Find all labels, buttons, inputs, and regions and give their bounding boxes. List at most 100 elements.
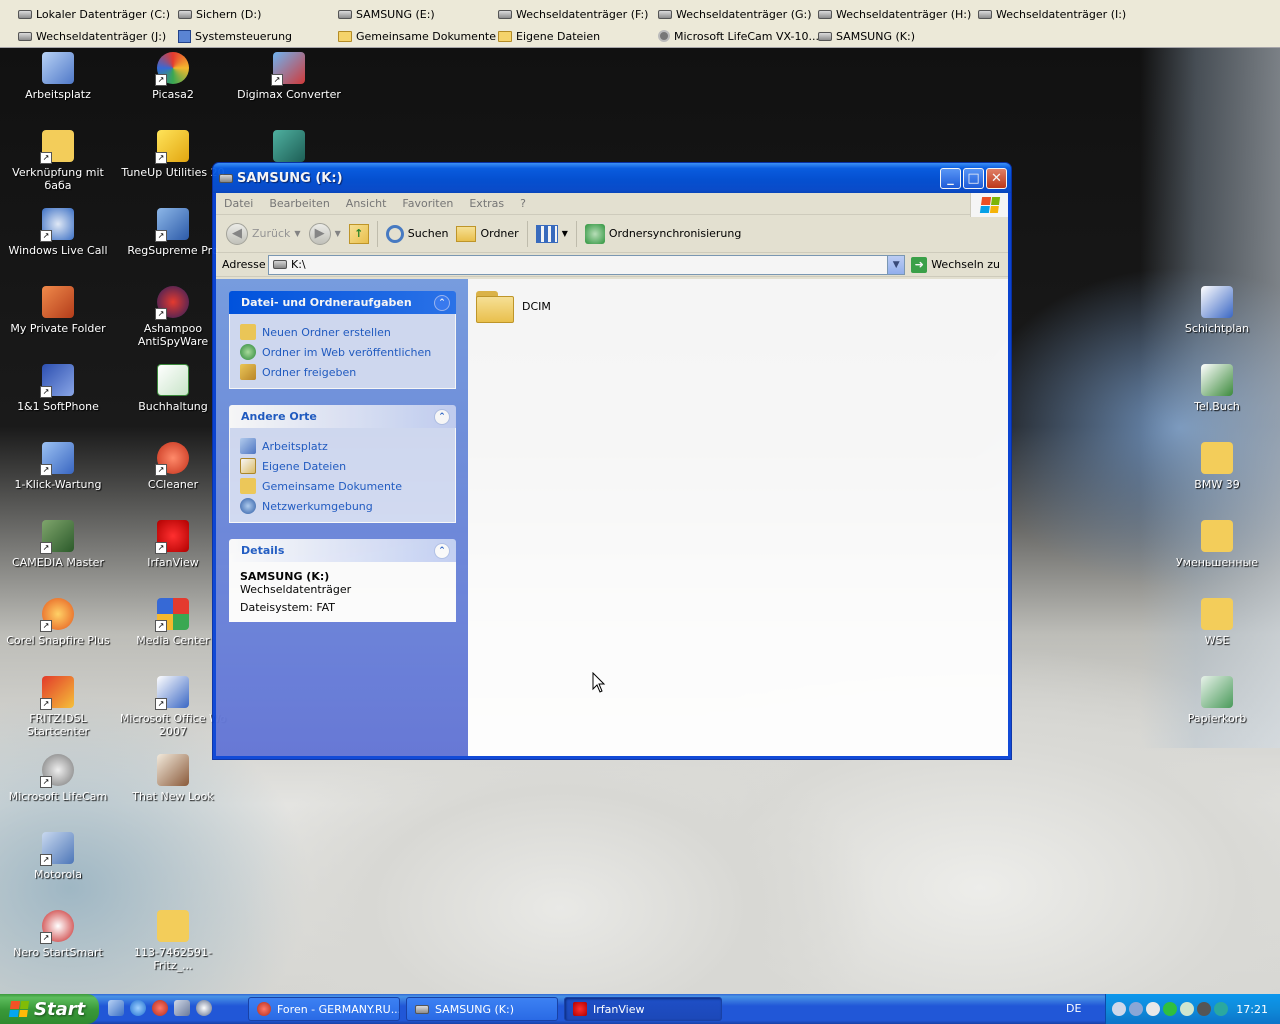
desktop-icon-wse[interactable]: WSE [1162, 598, 1272, 647]
monitor-tray-icon[interactable] [1197, 1002, 1211, 1016]
desktop-icon-softphone[interactable]: 1&1 SoftPhone [3, 364, 113, 413]
folder-item-dcim[interactable]: DCIM [476, 289, 551, 323]
start-button[interactable]: Start [0, 994, 99, 1024]
internet-explorer-icon[interactable] [130, 1000, 146, 1016]
close-button[interactable]: ✕ [986, 167, 1007, 189]
drive-e-link[interactable]: SAMSUNG (E:) [338, 3, 435, 25]
search-label: Suchen [407, 227, 449, 240]
place-my-computer[interactable]: Arbeitsplatz [240, 436, 447, 456]
desktop-icon-motorola[interactable]: Motorola [3, 832, 113, 881]
folder-sync-button[interactable]: Ordnersynchronisierung [581, 219, 746, 249]
drive-f-link[interactable]: Wechseldatenträger (F:) [498, 3, 648, 25]
messenger-tray-icon[interactable] [1163, 1002, 1177, 1016]
desktop-icon-telbuch[interactable]: Tel.Buch [1162, 364, 1272, 413]
media-player-icon[interactable] [196, 1000, 212, 1016]
menu-extras[interactable]: Extras [461, 197, 512, 210]
drive-h-link[interactable]: Wechseldatenträger (H:) [818, 3, 971, 25]
back-button[interactable]: ◀ Zurück ▼ [222, 219, 305, 249]
sync-icon [584, 223, 605, 244]
desktop-icon-bmw39[interactable]: BMW 39 [1162, 442, 1272, 491]
desktop-icon-my-computer[interactable]: Arbeitsplatz [3, 52, 113, 101]
lifecam-link[interactable]: Microsoft LifeCam VX-10... [658, 25, 819, 47]
drive-j-link[interactable]: Wechseldatenträger (J:) [18, 25, 166, 47]
collapse-chevron-icon[interactable]: ⌃ [434, 408, 450, 425]
bluetooth-tray-icon[interactable] [1214, 1002, 1228, 1016]
desktop-icon-picasa[interactable]: Picasa2 [118, 52, 228, 101]
forward-button[interactable]: ▶ ▼ [305, 219, 345, 249]
show-desktop-icon[interactable] [108, 1000, 124, 1016]
control-panel-icon [178, 29, 191, 43]
task-share-folder[interactable]: Ordner freigeben [240, 362, 447, 382]
minimize-button[interactable]: _ [940, 167, 961, 189]
desktop-icon-reduced[interactable]: Уменьшенные [1162, 520, 1272, 569]
drive-i-link[interactable]: Wechseldatenträger (I:) [978, 3, 1126, 25]
maximize-button[interactable]: □ [963, 167, 984, 189]
drive-g-link[interactable]: Wechseldatenträger (G:) [658, 3, 812, 25]
address-input[interactable]: K:\ ▼ [268, 254, 906, 275]
drive-label: Wechseldatenträger (J:) [36, 29, 167, 43]
antivirus-tray-icon[interactable] [1146, 1002, 1160, 1016]
drive-k-link[interactable]: SAMSUNG (K:) [818, 25, 915, 47]
menu-help[interactable]: ? [512, 197, 534, 210]
file-folder-tasks-header[interactable]: Datei- und Ordneraufgaben ⌃ [229, 291, 456, 314]
desktop-icon-digimax[interactable]: Digimax Converter [234, 52, 344, 101]
desktop-icon-that-new-look[interactable]: That New Look [118, 754, 228, 803]
removable-drive-icon [415, 1004, 429, 1014]
title-bar[interactable]: SAMSUNG (K:) _ □ ✕ [213, 163, 1011, 193]
desktop-icon-snapfire[interactable]: Corel Snapfire Plus [3, 598, 113, 647]
details-type: Wechseldatenträger [240, 583, 352, 596]
desktop-icon-live-call[interactable]: Windows Live Call [3, 208, 113, 257]
desktop-icon-private-folder[interactable]: My Private Folder [3, 286, 113, 335]
opera-icon[interactable] [152, 1000, 168, 1016]
folders-button[interactable]: Ordner [452, 219, 522, 249]
calculator-icon[interactable] [174, 1000, 190, 1016]
desktop-icon-lifecam[interactable]: Microsoft LifeCam [3, 754, 113, 803]
desktop-icon-label: 1&1 SoftPhone [17, 400, 99, 413]
desktop-icon-shortcut-baba[interactable]: Verknüpfung mit баба [3, 130, 113, 192]
views-button[interactable]: ▼ [532, 219, 572, 249]
desktop-icon-schichtplan[interactable]: Schichtplan [1162, 286, 1272, 335]
desktop-icon-nero[interactable]: Nero StartSmart [3, 910, 113, 959]
desktop-icon-camedia[interactable]: CAMEDIA Master [3, 520, 113, 569]
phone-tray-icon[interactable] [1180, 1002, 1194, 1016]
up-button[interactable]: ↑ [345, 219, 373, 249]
drive-label: Microsoft LifeCam VX-10... [674, 29, 819, 43]
desktop-icon-camera-app[interactable] [234, 130, 344, 166]
menu-favoriten[interactable]: Favoriten [394, 197, 461, 210]
other-places-header[interactable]: Andere Orte ⌃ [229, 405, 456, 428]
shared-docs-link[interactable]: Gemeinsame Dokumente [338, 25, 496, 47]
address-dropdown-button[interactable]: ▼ [887, 255, 905, 274]
desktop-icon-recycle-bin[interactable]: Papierkorb [1162, 676, 1272, 725]
place-shared-documents[interactable]: Gemeinsame Dokumente [240, 476, 447, 496]
network-tray-icon[interactable] [1129, 1002, 1143, 1016]
my-documents-link[interactable]: Eigene Dateien [498, 25, 600, 47]
clock[interactable]: 17:21 [1236, 1003, 1280, 1016]
forward-arrow-icon: ▶ [308, 222, 331, 245]
menu-ansicht[interactable]: Ansicht [338, 197, 395, 210]
task-publish-web[interactable]: Ordner im Web veröffentlichen [240, 342, 447, 362]
taskbar-item-foren[interactable]: Foren - GERMANY.RU... [248, 997, 400, 1021]
control-panel-link[interactable]: Systemsteuerung [178, 25, 292, 47]
desktop-icon-klick-wartung[interactable]: 1-Klick-Wartung [3, 442, 113, 491]
file-list[interactable]: DCIM [468, 279, 1008, 756]
task-new-folder[interactable]: Neuen Ordner erstellen [240, 322, 447, 342]
menu-datei[interactable]: Datei [216, 197, 261, 210]
place-network[interactable]: Netzwerkumgebung [240, 496, 447, 516]
taskbar-item-samsung[interactable]: SAMSUNG (K:) [406, 997, 558, 1021]
drive-d-link[interactable]: Sichern (D:) [178, 3, 261, 25]
menu-bearbeiten[interactable]: Bearbeiten [261, 197, 337, 210]
tray-expand-icon[interactable] [1112, 1002, 1126, 1016]
desktop-icon-fritz-folder[interactable]: 113-7462591-Fritz_... [118, 910, 228, 972]
details-header[interactable]: Details ⌃ [229, 539, 456, 562]
go-button[interactable]: ➜ Wechseln zu [905, 256, 1004, 273]
search-button[interactable]: Suchen [382, 219, 453, 249]
collapse-chevron-icon[interactable]: ⌃ [434, 294, 450, 311]
mouse-cursor-icon [592, 672, 606, 693]
desktop-icon-fritz[interactable]: FRITZ!DSL Startcenter [3, 676, 113, 738]
taskbar-item-irfanview[interactable]: IrfanView [564, 997, 722, 1021]
folder-icon [1201, 442, 1233, 474]
drive-c-link[interactable]: Lokaler Datenträger (C:) [18, 3, 170, 25]
collapse-chevron-icon[interactable]: ⌃ [434, 542, 450, 559]
language-indicator[interactable]: DE [1066, 1002, 1081, 1015]
place-my-documents[interactable]: Eigene Dateien [240, 456, 447, 476]
